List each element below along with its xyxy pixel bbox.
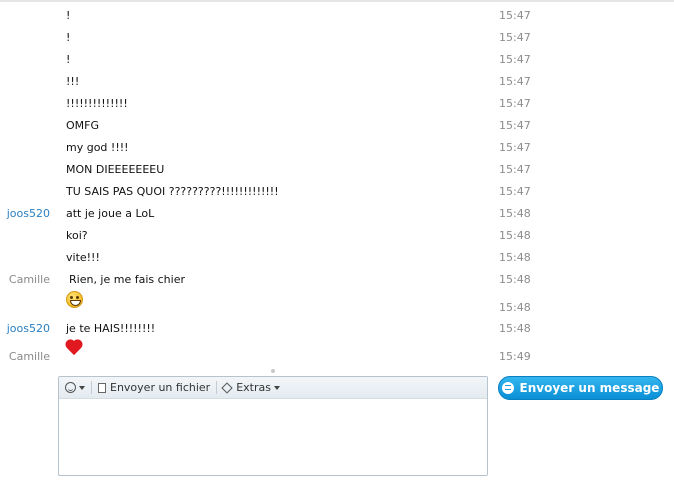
chevron-down-icon [79, 385, 85, 390]
message-emoji [66, 291, 83, 311]
message-sender[interactable]: Camille [9, 273, 50, 286]
message-time: 15:47 [499, 119, 531, 132]
chat-history[interactable]: ! 15:47 ! 15:47 ! 15:47 !!! 15:47 !!!!!!… [0, 5, 674, 367]
resize-handle[interactable] [271, 369, 275, 373]
composer-toolbar: Envoyer un fichier Extras [59, 377, 487, 399]
message-sender[interactable]: Camille [9, 350, 50, 363]
chat-message: my god !!!! 15:47 [0, 137, 674, 159]
message-time: 15:48 [499, 251, 531, 264]
message-time: 15:48 [499, 273, 531, 286]
send-file-button[interactable]: Envoyer un fichier [92, 377, 216, 398]
message-time: 15:47 [499, 9, 531, 22]
message-time: 15:47 [499, 75, 531, 88]
chat-message: joos520 je te HAIS!!!!!!!! 15:48 [0, 318, 674, 340]
message-time: 15:48 [499, 207, 531, 220]
chat-message: vite!!! 15:48 [0, 247, 674, 269]
message-time: 15:48 [499, 322, 531, 335]
extras-button[interactable]: Extras [217, 377, 286, 398]
message-text: MON DIEEEEEEEU [66, 163, 165, 176]
message-text: my god !!!! [66, 141, 129, 154]
message-time: 15:48 [499, 301, 531, 314]
chat-message: MON DIEEEEEEEU 15:47 [0, 159, 674, 181]
message-text: !!!!!!!!!!!!!! [66, 97, 128, 110]
message-composer: Envoyer un fichier Extras [58, 376, 488, 476]
message-text: TU SAIS PAS QUOI ?????????!!!!!!!!!!!!! [66, 185, 279, 198]
chat-message: ! 15:47 [0, 27, 674, 49]
message-time: 15:47 [499, 31, 531, 44]
heart-emoji-icon [66, 340, 84, 356]
message-text: !!! [66, 75, 80, 88]
emoticon-button[interactable] [59, 377, 91, 398]
chat-message: ! 15:47 [0, 5, 674, 27]
message-time: 15:47 [499, 163, 531, 176]
chat-bubble-icon [501, 382, 514, 394]
file-icon [98, 382, 106, 393]
chat-message: !!! 15:47 [0, 71, 674, 93]
message-time: 15:47 [499, 185, 531, 198]
message-text: Rien, je me fais chier [69, 273, 185, 286]
chat-message: TU SAIS PAS QUOI ?????????!!!!!!!!!!!!! … [0, 181, 674, 203]
smile-emoji-icon [66, 291, 83, 308]
message-text: je te HAIS!!!!!!!! [66, 322, 156, 335]
extras-icon [221, 381, 233, 394]
message-text: OMFG [66, 119, 99, 132]
chat-message: koi? 15:48 [0, 225, 674, 247]
chat-message: joos520 att je joue a LoL 15:48 [0, 203, 674, 225]
message-time: 15:47 [499, 53, 531, 66]
top-divider [0, 0, 674, 2]
chat-message: 15:48 [0, 291, 674, 318]
message-text: att je joue a LoL [66, 207, 155, 220]
chat-message: ! 15:47 [0, 49, 674, 71]
message-text: koi? [66, 229, 88, 242]
send-message-button[interactable]: Envoyer un message [498, 376, 663, 400]
message-text: ! [66, 53, 71, 66]
message-time: 15:47 [499, 141, 531, 154]
message-time: 15:49 [499, 350, 531, 363]
message-time: 15:48 [499, 229, 531, 242]
message-text: ! [66, 31, 71, 44]
chevron-down-icon [273, 385, 280, 390]
message-emoji [66, 340, 84, 359]
message-sender[interactable]: joos520 [7, 322, 50, 335]
chat-message: Camille 15:49 [0, 340, 674, 367]
message-text: vite!!! [66, 251, 100, 264]
chat-message: !!!!!!!!!!!!!! 15:47 [0, 93, 674, 115]
message-sender[interactable]: joos520 [7, 207, 50, 220]
message-text: ! [66, 9, 71, 22]
chat-message: Camille Rien, je me fais chier 15:48 [0, 269, 674, 291]
send-message-label: Envoyer un message [519, 381, 660, 395]
send-file-label: Envoyer un fichier [110, 381, 211, 394]
extras-label: Extras [236, 381, 271, 394]
message-time: 15:47 [499, 97, 531, 110]
smiley-icon [65, 382, 76, 393]
chat-message: OMFG 15:47 [0, 115, 674, 137]
message-input[interactable] [59, 399, 487, 475]
